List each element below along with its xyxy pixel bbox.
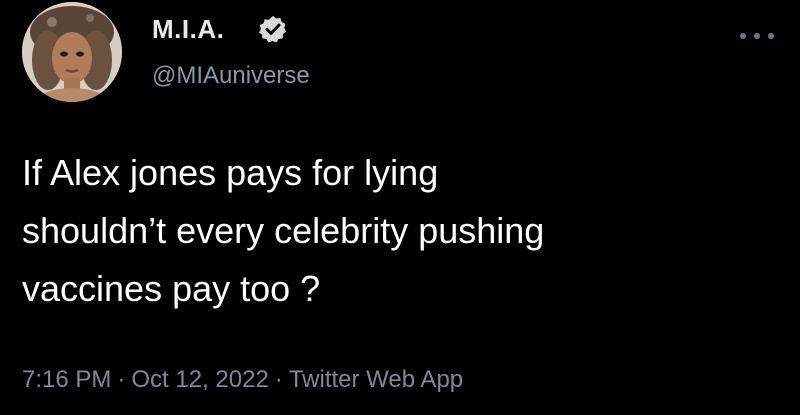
- tweet-text-line: shouldn’t every celebrity pushing: [22, 210, 545, 251]
- tweet-metadata: 7:16 PM · Oct 12, 2022 · Twitter Web App: [22, 365, 463, 395]
- tweet-text: If Alex jones pays for lying shouldn’t e…: [22, 144, 782, 318]
- tweet-date[interactable]: Oct 12, 2022: [131, 366, 268, 393]
- tweet-card: M.I.A. @MIAuniverse If Alex jones pays f…: [0, 0, 800, 415]
- tweet-text-line: vaccines pay too ?: [22, 268, 321, 309]
- tweet-text-line: If Alex jones pays for lying: [22, 152, 439, 193]
- avatar-image: [22, 2, 122, 102]
- separator: ·: [117, 366, 126, 393]
- display-name[interactable]: M.I.A.: [152, 14, 224, 44]
- verified-badge-icon: [259, 15, 287, 43]
- user-handle[interactable]: @MIAuniverse: [152, 62, 310, 90]
- more-options-icon[interactable]: [735, 28, 779, 44]
- tweet-source[interactable]: Twitter Web App: [289, 366, 463, 393]
- avatar[interactable]: [22, 2, 122, 102]
- tweet-time[interactable]: 7:16 PM: [22, 366, 111, 393]
- separator: ·: [274, 366, 283, 393]
